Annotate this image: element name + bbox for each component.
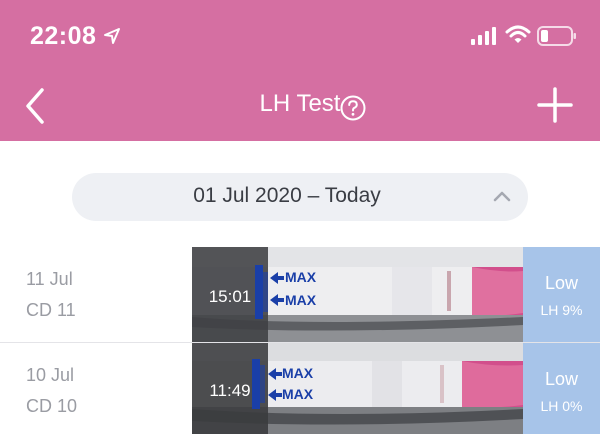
- add-test-button[interactable]: [536, 86, 574, 124]
- test-strip-photo[interactable]: MAX MAX 15:01: [192, 247, 523, 343]
- list-item[interactable]: 10 Jul CD 10 MAX MAX 11:49 Low LH 0%: [0, 343, 600, 434]
- location-arrow-icon: [104, 28, 120, 44]
- wifi-icon: [505, 25, 531, 43]
- test-time: 15:01: [209, 287, 252, 306]
- lh-percent: LH 9%: [540, 302, 583, 318]
- status-time: 22:08: [30, 22, 97, 50]
- date-range-label: 01 Jul 2020 – Today: [193, 184, 381, 207]
- battery-icon: [537, 26, 576, 46]
- lh-percent: LH 0%: [540, 398, 583, 414]
- test-time: 11:49: [209, 381, 250, 400]
- test-strip-photo[interactable]: MAX MAX 11:49: [192, 343, 523, 434]
- max-label: MAX: [282, 365, 314, 381]
- help-icon[interactable]: [339, 94, 367, 122]
- cycle-day: CD 10: [26, 396, 78, 416]
- chevron-up-icon: [493, 191, 511, 202]
- max-label: MAX: [285, 292, 317, 308]
- lh-level: Low: [544, 273, 579, 293]
- test-date: 10 Jul: [26, 365, 75, 385]
- lh-level: Low: [544, 369, 579, 389]
- date-range-selector[interactable]: 01 Jul 2020 – Today: [72, 173, 528, 221]
- list-item[interactable]: 11 Jul CD 11 MAX MAX 15:01 Low LH 9%: [0, 247, 600, 343]
- max-label: MAX: [285, 269, 317, 285]
- app-header: 22:08 LH Test: [0, 0, 600, 141]
- result-badge[interactable]: Low LH 9%: [523, 247, 600, 343]
- max-label: MAX: [282, 386, 314, 402]
- title-wrap: LH Test: [0, 90, 600, 118]
- result-badge[interactable]: Low LH 0%: [523, 343, 600, 434]
- cellular-signal-icon: [471, 27, 496, 45]
- cycle-day: CD 11: [26, 300, 76, 320]
- test-date: 11 Jul: [26, 269, 73, 289]
- page-title: LH Test: [259, 90, 341, 117]
